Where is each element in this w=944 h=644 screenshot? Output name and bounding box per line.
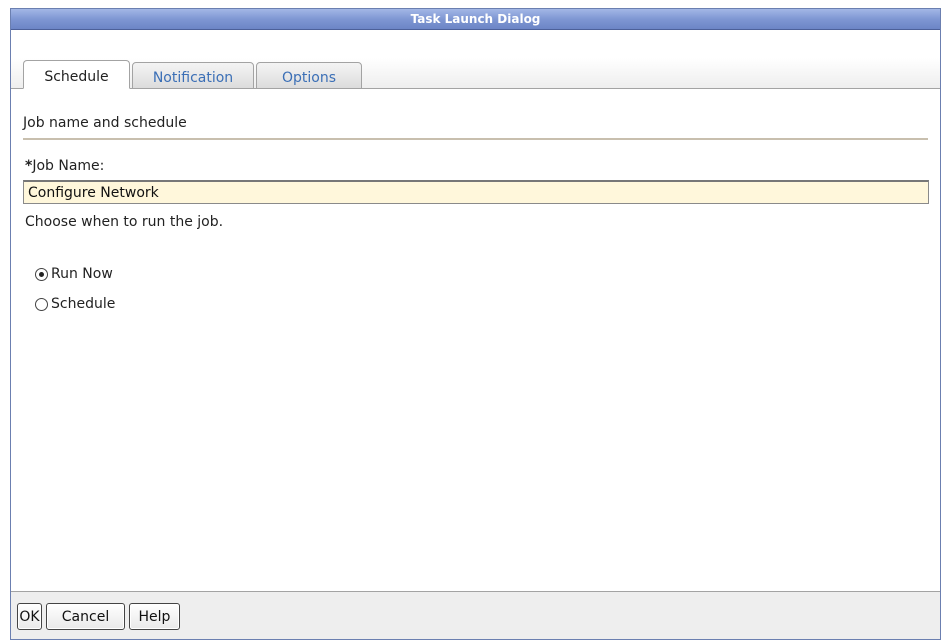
job-name-input[interactable] xyxy=(23,180,929,204)
tab-schedule[interactable]: Schedule xyxy=(23,60,130,89)
schedule-hint: Choose when to run the job. xyxy=(25,214,224,230)
tab-strip: Schedule Notification Options xyxy=(11,58,940,89)
job-name-label: *Job Name: xyxy=(25,158,104,174)
tab-options[interactable]: Options xyxy=(256,62,362,89)
task-launch-dialog: Task Launch Dialog Schedule Notification… xyxy=(10,8,941,640)
schedule-option[interactable]: Schedule xyxy=(35,296,115,312)
ok-button[interactable]: OK xyxy=(17,603,42,630)
dialog-footer: OK Cancel Help xyxy=(11,591,940,639)
section-divider xyxy=(23,138,928,140)
schedule-label: Schedule xyxy=(51,296,116,312)
tab-notification[interactable]: Notification xyxy=(132,62,254,89)
schedule-radio[interactable] xyxy=(35,297,48,311)
run-now-option[interactable]: Run Now xyxy=(35,266,113,282)
dialog-title: Task Launch Dialog xyxy=(410,12,541,26)
help-button[interactable]: Help xyxy=(129,603,180,630)
dialog-content: Schedule Notification Options Job name a… xyxy=(11,30,940,639)
cancel-button[interactable]: Cancel xyxy=(46,603,125,630)
section-title: Job name and schedule xyxy=(23,115,187,131)
run-now-radio[interactable] xyxy=(35,267,48,281)
dialog-title-bar[interactable]: Task Launch Dialog xyxy=(11,9,940,30)
job-name-label-text: Job Name: xyxy=(32,158,105,174)
run-now-label: Run Now xyxy=(51,266,113,282)
